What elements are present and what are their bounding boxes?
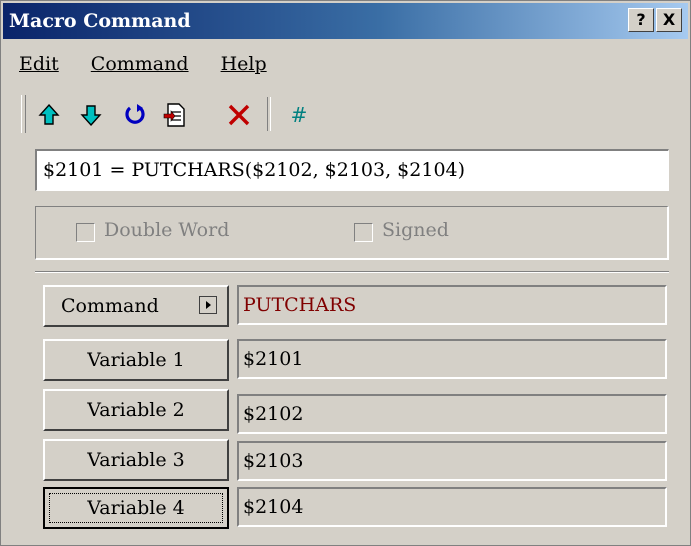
variable-3-button[interactable]: Variable 3 [43, 439, 229, 481]
command-value-field[interactable]: PUTCHARS [237, 285, 667, 325]
focus-ring [49, 493, 223, 523]
menu-command[interactable]: Command [91, 53, 189, 75]
menu-help[interactable]: Help [221, 53, 267, 75]
signed-checkbox[interactable] [354, 223, 373, 242]
submenu-arrow-icon [199, 296, 217, 314]
move-down-icon[interactable] [77, 101, 105, 129]
variable-3-field[interactable]: $2103 [237, 441, 667, 481]
variable-1-button[interactable]: Variable 1 [43, 339, 229, 381]
command-button[interactable]: Command [43, 285, 229, 327]
toolbar-separator [267, 97, 271, 131]
variable-2-button[interactable]: Variable 2 [43, 389, 229, 431]
section-divider [35, 271, 669, 273]
menu-bar: Edit Command Help [19, 53, 293, 75]
toolbar: # [19, 93, 419, 137]
menu-command-label: Command [90, 53, 189, 75]
delete-icon[interactable] [225, 101, 253, 129]
command-button-label: Command [61, 295, 159, 317]
title-bar[interactable]: Macro Command ? X [3, 3, 688, 39]
close-button[interactable]: X [656, 8, 682, 32]
menu-edit[interactable]: Edit [19, 53, 59, 75]
variable-1-field[interactable]: $2101 [237, 339, 667, 379]
double-word-checkbox[interactable] [76, 223, 95, 242]
window-title: Macro Command [9, 10, 191, 32]
hash-icon[interactable]: # [285, 101, 313, 129]
signed-label: Signed [382, 219, 449, 241]
variable-2-field[interactable]: $2102 [237, 394, 667, 434]
move-up-icon[interactable] [35, 101, 63, 129]
menu-help-label: Help [220, 53, 267, 75]
document-icon[interactable] [161, 101, 189, 129]
help-button[interactable]: ? [628, 8, 654, 32]
toolbar-grip[interactable] [21, 95, 26, 133]
refresh-icon[interactable] [121, 101, 149, 129]
menu-edit-label: Edit [19, 53, 59, 75]
variable-4-button[interactable]: Variable 4 [43, 487, 229, 529]
macro-command-window: Macro Command ? X Edit Command Help # $2… [0, 0, 691, 546]
variable-4-field[interactable]: $2104 [237, 487, 667, 527]
double-word-label: Double Word [104, 219, 230, 241]
formula-field[interactable]: $2101 = PUTCHARS($2102, $2103, $2104) [35, 149, 669, 191]
options-group: Double Word Signed [35, 206, 669, 260]
